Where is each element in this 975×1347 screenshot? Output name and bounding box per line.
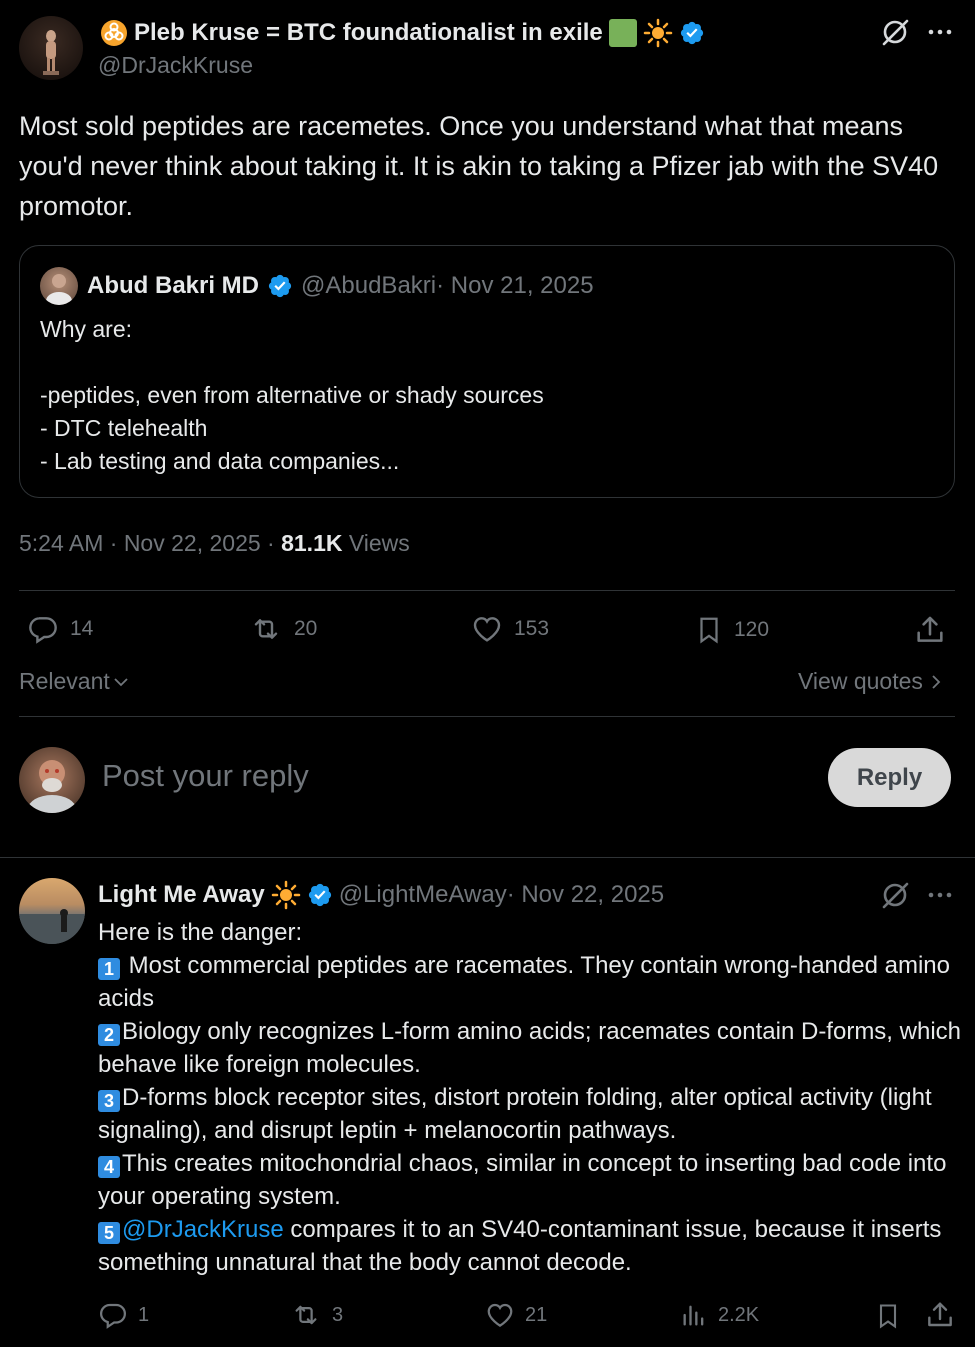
reply-action[interactable]: 14 xyxy=(26,613,93,645)
heart-icon xyxy=(470,613,504,645)
author-avatar[interactable] xyxy=(19,16,83,80)
more-options-icon[interactable] xyxy=(927,22,953,42)
tweet-timestamp[interactable]: 5:24 AM · Nov 22, 2025 · xyxy=(19,530,281,556)
quote-author-handle: @AbudBakri xyxy=(301,272,437,299)
author-name-row[interactable]: Pleb Kruse = BTC foundationalist in exil… xyxy=(100,18,705,48)
verified-icon xyxy=(307,882,333,908)
reply-input[interactable]: Post your reply xyxy=(102,758,309,794)
views-count: 81.1K xyxy=(281,530,343,556)
quote-author-name: Abud Bakri MD xyxy=(87,272,260,299)
divider xyxy=(19,590,955,591)
like-count: 21 xyxy=(525,1303,548,1326)
view-quotes-label: View quotes xyxy=(798,668,923,694)
reply-author-handle[interactable]: @LightMeAway xyxy=(339,881,507,909)
keycap-4-icon: 4 xyxy=(98,1156,120,1178)
keycap-1-icon: 1 xyxy=(98,958,120,980)
reply-date[interactable]: · Nov 22, 2025 xyxy=(507,881,664,909)
keycap-5-icon: 5 xyxy=(98,1222,120,1244)
list-item: 3 D-forms block receptor sites, distort p… xyxy=(98,1081,963,1147)
like-action[interactable]: 21 xyxy=(485,1300,547,1330)
repost-action[interactable]: 3 xyxy=(290,1300,343,1330)
green-square-icon xyxy=(608,19,637,47)
analytics-icon xyxy=(680,1300,708,1330)
verified-icon xyxy=(267,273,293,299)
point-text: D-forms block receptor sites, distort pr… xyxy=(98,1084,932,1144)
grok-icon[interactable] xyxy=(880,880,910,910)
bookmark-action[interactable]: 120 xyxy=(694,613,769,647)
views-count: 2.2K xyxy=(718,1303,760,1326)
bookmark-count: 120 xyxy=(734,618,770,641)
repost-count: 20 xyxy=(294,617,318,640)
chevron-right-icon xyxy=(929,673,943,691)
sort-label: Relevant xyxy=(19,668,110,694)
grok-icon[interactable] xyxy=(880,17,910,47)
more-options-icon[interactable] xyxy=(927,885,953,905)
reply-button-label: Reply xyxy=(856,763,923,791)
quote-text: Why are: -peptides, even from alternativ… xyxy=(40,316,544,474)
tweet-text: Most sold peptides are racemetes. Once y… xyxy=(19,111,939,221)
reply-icon xyxy=(26,613,60,645)
like-count: 153 xyxy=(514,617,550,640)
reply-header: Light Me Away @LightMeAway · Nov 22, 202… xyxy=(98,880,664,910)
reply-text: Here is the danger: 1 Most commercial pe… xyxy=(98,916,963,1279)
sun-icon xyxy=(271,880,301,910)
point-text: Most commercial peptides are racemates. … xyxy=(98,952,950,1012)
biohazard-icon xyxy=(100,19,128,47)
bookmark-icon xyxy=(694,613,724,647)
share-icon[interactable] xyxy=(913,613,947,647)
point-text: Biology only recognizes L-form amino aci… xyxy=(98,1018,962,1078)
quote-date: · Nov 21, 2025 xyxy=(436,272,594,299)
reply-button[interactable]: Reply xyxy=(828,748,951,807)
bookmark-icon[interactable] xyxy=(874,1300,902,1332)
list-item: 5 @DrJackKruse compares it to an SV40-con… xyxy=(98,1213,963,1279)
mention-link[interactable]: @DrJackKruse xyxy=(122,1216,284,1243)
repost-count: 3 xyxy=(332,1303,344,1326)
keycap-2-icon: 2 xyxy=(98,1024,120,1046)
repost-icon xyxy=(290,1300,322,1330)
quote-author-avatar xyxy=(40,267,78,305)
quote-header: Abud Bakri MD @AbudBakri · Nov 21, 2025 xyxy=(87,272,594,300)
reply-count: 14 xyxy=(70,617,94,640)
user-avatar[interactable] xyxy=(19,747,85,813)
views-action[interactable]: 2.2K xyxy=(680,1300,759,1330)
point-text: This creates mitochondrial chaos, simila… xyxy=(98,1150,947,1210)
sort-dropdown[interactable]: Relevant xyxy=(19,668,130,695)
reply-count: 1 xyxy=(138,1303,150,1326)
sun-icon xyxy=(643,18,673,48)
share-icon[interactable] xyxy=(924,1299,956,1331)
divider xyxy=(19,716,955,717)
list-item: 1 Most commercial peptides are racemates… xyxy=(98,949,963,1015)
repost-icon xyxy=(248,613,284,645)
keycap-3-icon: 3 xyxy=(98,1090,120,1112)
repost-action[interactable]: 20 xyxy=(248,613,317,645)
author-handle[interactable]: @DrJackKruse xyxy=(98,52,253,79)
reply-intro: Here is the danger: xyxy=(98,919,303,946)
heart-icon xyxy=(485,1300,515,1330)
divider xyxy=(0,857,975,858)
chevron-down-icon xyxy=(112,673,130,691)
reply-action[interactable]: 1 xyxy=(98,1300,149,1330)
author-name: Pleb Kruse = BTC foundationalist in exil… xyxy=(134,19,603,46)
list-item: 2 Biology only recognizes L-form amino ac… xyxy=(98,1015,963,1081)
like-action[interactable]: 153 xyxy=(470,613,549,645)
view-quotes-link[interactable]: View quotes xyxy=(798,668,943,695)
tweet-meta: 5:24 AM · Nov 22, 2025 · 81.1K Views xyxy=(19,530,410,557)
list-item: 4 This creates mitochondrial chaos, simil… xyxy=(98,1147,963,1213)
reply-author-name[interactable]: Light Me Away xyxy=(98,881,265,909)
views-label: Views xyxy=(342,530,410,556)
verified-icon xyxy=(679,20,705,46)
reply-author-avatar[interactable] xyxy=(19,878,85,944)
reply-icon xyxy=(98,1300,128,1330)
